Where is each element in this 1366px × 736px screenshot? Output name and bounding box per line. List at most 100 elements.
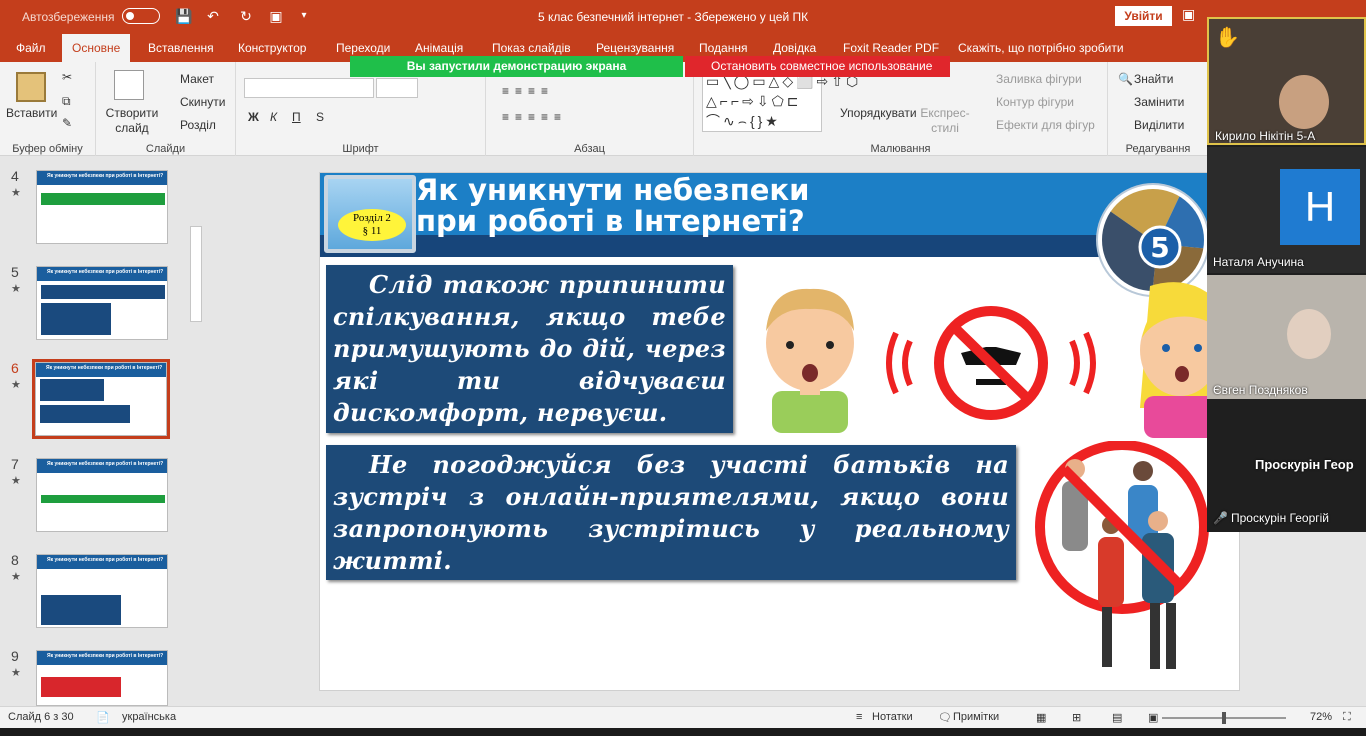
thumb-text-block <box>40 405 130 423</box>
present-icon[interactable]: ▣ <box>268 8 284 24</box>
underline-button[interactable]: П <box>292 110 301 124</box>
drawing-group-label: Малювання <box>870 143 931 155</box>
muted-mic-icon: 🎤 <box>1213 511 1228 525</box>
tab-file[interactable]: Файл <box>16 41 46 55</box>
font-name-input[interactable] <box>244 78 374 98</box>
taskbar <box>0 728 1366 736</box>
tab-home[interactable]: Основне <box>62 34 131 62</box>
thumb-title: Як уникнути небезпеки при роботі в Інтер… <box>47 173 164 179</box>
slide-thumb-4[interactable]: Як уникнути небезпеки при роботі в Інтер… <box>36 170 168 244</box>
fit-to-window-icon[interactable]: ⛶ <box>1343 711 1351 724</box>
text-box-2[interactable]: Не погоджуйся без участі батьків на зуст… <box>326 445 1016 580</box>
editing-group-label: Редагування <box>1125 143 1191 155</box>
signin-button[interactable]: Увійти <box>1115 6 1172 26</box>
notes-icon[interactable]: ≡ <box>856 711 862 723</box>
customize-icon[interactable]: ▾ <box>296 8 312 24</box>
layout-button[interactable]: Макет <box>180 72 214 86</box>
new-slide-button[interactable]: Створити слайд <box>104 106 160 136</box>
italic-button[interactable]: К <box>270 110 277 124</box>
tab-foxit[interactable]: Foxit Reader PDF <box>843 41 939 55</box>
zoom-slider-knob[interactable] <box>1222 712 1226 724</box>
participant-video[interactable]: Н Наталя Анучина <box>1207 147 1366 273</box>
participant-name: Кирило Нікітін 5-А <box>1215 129 1316 143</box>
shapes-gallery[interactable]: ▭╲◯▭△◇⬜⇨⇧⬡ △⌐⌐⇨⇩⬠⊏ ⌒∿⌢{}★ <box>702 70 858 132</box>
tab-review[interactable]: Рецензування <box>596 41 674 55</box>
tell-me-search[interactable]: Скажіть, що потрібно зробити <box>958 41 1124 55</box>
quick-styles-button[interactable]: Експрес-стилі <box>920 106 970 136</box>
badge-number: 5 <box>1150 231 1169 264</box>
tab-design[interactable]: Конструктор <box>238 41 306 55</box>
align-icons[interactable]: ≡≡≡≡≡ <box>502 110 567 124</box>
slide-thumb-6[interactable]: Як уникнути небезпеки при роботі в Інтер… <box>32 359 170 439</box>
reset-button[interactable]: Скинути <box>180 95 225 109</box>
tab-transitions[interactable]: Переходи <box>336 41 390 55</box>
comments-button[interactable]: Примітки <box>953 711 999 723</box>
paste-icon[interactable] <box>16 72 46 102</box>
thumb-text-block <box>41 303 111 335</box>
zoom-level[interactable]: 72% <box>1310 711 1332 723</box>
arrange-button[interactable]: Упорядкувати <box>840 106 917 120</box>
thumb-title: Як уникнути небезпеки при роботі в Інтер… <box>47 269 164 275</box>
stop-sharing-button[interactable]: Остановить совместное использование <box>685 56 950 77</box>
font-group-label: Шрифт <box>342 143 379 155</box>
tab-view[interactable]: Подання <box>699 41 747 55</box>
bold-button[interactable]: Ж <box>248 110 259 124</box>
copy-icon[interactable]: ⧉ <box>62 94 71 109</box>
replace-button[interactable]: Замінити <box>1134 95 1184 109</box>
animation-star-icon: ★ <box>11 667 21 679</box>
slideshow-icon[interactable]: ▣ <box>1148 711 1158 724</box>
ribbon-options-icon[interactable]: ▣ <box>1182 6 1195 23</box>
title-bar: Автозбереження 💾 ↶ ↻ ▣ ▾ 5 клас безпечни… <box>0 0 1366 34</box>
scrollbar-thumb[interactable] <box>190 226 202 322</box>
slides-group: Створити слайд Макет Скинути Розділ Слай… <box>96 62 236 156</box>
select-button[interactable]: Виділити <box>1134 118 1184 132</box>
participant-video[interactable]: ✋ Кирило Нікітін 5-А <box>1207 17 1366 145</box>
slide-thumb-8[interactable]: Як уникнути небезпеки при роботі в Інтер… <box>36 554 168 628</box>
shape-fill-button[interactable]: Заливка фігури <box>996 72 1082 86</box>
tab-slideshow[interactable]: Показ слайдів <box>492 41 571 55</box>
thumbnails-scrollbar[interactable] <box>188 160 204 705</box>
participant-video[interactable]: Проскурін Геор 🎤 Проскурін Георгій <box>1207 401 1366 531</box>
font-size-input[interactable] <box>376 78 418 98</box>
slide-thumb-7[interactable]: Як уникнути небезпеки при роботі в Інтер… <box>36 458 168 532</box>
tab-insert[interactable]: Вставлення <box>148 41 214 55</box>
thumb-title: Як уникнути небезпеки при роботі в Інтер… <box>46 365 163 371</box>
normal-view-icon[interactable]: ▦ <box>1036 711 1046 724</box>
notes-button[interactable]: Нотатки <box>872 711 913 723</box>
slide-title: Як уникнути небезпеки при роботі в Інтер… <box>416 175 809 237</box>
format-painter-icon[interactable]: ✎ <box>62 116 72 130</box>
autosave-toggle[interactable] <box>122 8 160 24</box>
slide-sorter-icon[interactable]: ⊞ <box>1072 711 1081 724</box>
find-button[interactable]: Знайти <box>1134 72 1173 86</box>
reading-view-icon[interactable]: ▤ <box>1112 711 1122 724</box>
animation-star-icon: ★ <box>11 475 21 487</box>
shape-outline-button[interactable]: Контур фігури <box>996 95 1074 109</box>
participant-name: Євген Поздняков <box>1213 383 1308 397</box>
comments-icon[interactable]: 🗨 <box>938 711 952 724</box>
tab-help[interactable]: Довідка <box>773 41 816 55</box>
text-box-1-content: Слід також припинити спілкування, якщо т… <box>333 270 726 427</box>
shape-effects-button[interactable]: Ефекти для фігур <box>996 118 1095 132</box>
save-icon[interactable]: 💾 <box>175 8 192 24</box>
thumb-number: 8 <box>11 552 19 568</box>
slide-thumb-5[interactable]: Як уникнути небезпеки при роботі в Інтер… <box>36 266 168 340</box>
status-bar: Слайд 6 з 30 📄 українська ≡ Нотатки 🗨 Пр… <box>0 706 1366 728</box>
text-box-1[interactable]: Слід також припинити спілкування, якщо т… <box>326 265 733 433</box>
toggle-knob <box>126 12 134 20</box>
strike-button[interactable]: S <box>316 110 324 124</box>
list-icons[interactable]: ≡≡≡≡ <box>502 84 554 98</box>
find-icon[interactable]: 🔍 <box>1118 72 1133 86</box>
undo-icon[interactable]: ↶ <box>205 8 221 24</box>
slide-thumb-9[interactable]: Як уникнути небезпеки при роботі в Інтер… <box>36 650 168 706</box>
language-indicator[interactable]: українська <box>122 711 176 723</box>
cut-icon[interactable]: ✂ <box>62 70 72 84</box>
current-slide[interactable]: Розділ 2 § 11 Як уникнути небезпеки при … <box>319 172 1240 691</box>
section-button[interactable]: Розділ <box>180 118 216 132</box>
zoom-slider[interactable] <box>1162 712 1286 724</box>
spellcheck-icon[interactable]: 📄 <box>96 711 110 724</box>
tab-animations[interactable]: Анімація <box>415 41 463 55</box>
new-slide-icon[interactable] <box>114 70 144 100</box>
redo-icon[interactable]: ↻ <box>238 8 254 24</box>
paste-button[interactable]: Вставити <box>6 106 57 120</box>
participant-video[interactable]: Євген Поздняков <box>1207 275 1366 399</box>
